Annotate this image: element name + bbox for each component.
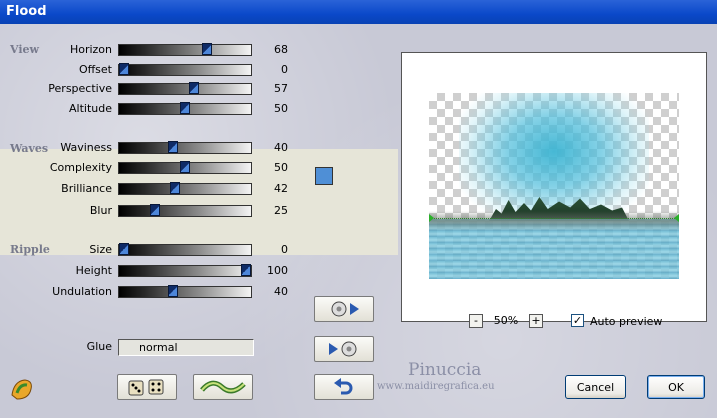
- size-value: 0: [281, 243, 288, 256]
- save-preset-icon: [331, 301, 359, 317]
- offset-slider[interactable]: [118, 63, 252, 76]
- cancel-button[interactable]: Cancel: [565, 375, 626, 399]
- height-label: Height: [75, 264, 112, 277]
- watermark-name: Pinuccia: [408, 360, 482, 380]
- size-slider-thumb[interactable]: [119, 243, 129, 255]
- undo-icon: [334, 378, 353, 395]
- wave-preset-button[interactable]: [193, 374, 253, 400]
- altitude-value: 50: [274, 102, 288, 115]
- preview-panel[interactable]: [401, 52, 707, 322]
- complexity-label: Complexity: [49, 161, 112, 174]
- offset-value: 0: [281, 63, 288, 76]
- dialog-client: View Waves Ripple Horizon 68 Offset 0 Pe…: [0, 24, 717, 418]
- glue-label: Glue: [86, 340, 112, 353]
- brilliance-value: 42: [274, 182, 288, 195]
- plugin-logo-icon: [9, 375, 35, 401]
- ok-button[interactable]: OK: [647, 375, 705, 399]
- randomize-button[interactable]: [117, 374, 177, 400]
- horizon-right-marker[interactable]: [674, 214, 679, 222]
- auto-preview-label: Auto preview: [590, 315, 663, 328]
- glue-field[interactable]: normal: [118, 339, 254, 356]
- perspective-slider-thumb[interactable]: [189, 82, 199, 94]
- undulation-slider-thumb[interactable]: [168, 285, 178, 297]
- load-preset-icon: [329, 341, 357, 357]
- auto-preview-checkbox[interactable]: ✓: [571, 314, 584, 327]
- undulation-label: Undulation: [52, 285, 112, 298]
- save-preset-button[interactable]: [314, 296, 374, 322]
- reset-button[interactable]: [314, 374, 374, 400]
- height-value: 100: [267, 264, 288, 277]
- waviness-value: 40: [274, 141, 288, 154]
- zoom-level: 50%: [493, 314, 519, 327]
- horizon-left-marker[interactable]: [429, 214, 434, 222]
- horizon-guide-line: [429, 218, 679, 219]
- complexity-slider[interactable]: [118, 161, 252, 174]
- horizon-slider-thumb[interactable]: [202, 43, 212, 55]
- preview-sky: [459, 93, 649, 223]
- brilliance-label: Brilliance: [61, 182, 112, 195]
- brilliance-slider[interactable]: [118, 182, 252, 195]
- height-slider[interactable]: [118, 264, 252, 277]
- complexity-slider-thumb[interactable]: [180, 161, 190, 173]
- preview-shoreline: [429, 211, 679, 231]
- blur-label: Blur: [89, 204, 112, 217]
- perspective-value: 57: [274, 82, 288, 95]
- horizon-label: Horizon: [69, 43, 112, 56]
- undulation-slider[interactable]: [118, 285, 252, 298]
- zoom-out-button[interactable]: -: [469, 314, 483, 328]
- offset-label: Offset: [78, 63, 112, 76]
- complexity-value: 50: [274, 161, 288, 174]
- waviness-label: Waviness: [60, 141, 112, 154]
- size-slider[interactable]: [118, 243, 252, 256]
- watermark-url: www.maidiregrafica.eu: [377, 381, 495, 392]
- blur-slider[interactable]: [118, 204, 252, 217]
- altitude-slider-thumb[interactable]: [180, 102, 190, 114]
- zoom-in-button[interactable]: +: [529, 314, 543, 328]
- altitude-slider[interactable]: [118, 102, 252, 115]
- wave-color-swatch[interactable]: [315, 167, 333, 185]
- offset-slider-thumb[interactable]: [119, 63, 129, 75]
- perspective-slider[interactable]: [118, 82, 252, 95]
- size-label: Size: [89, 243, 112, 256]
- load-preset-button[interactable]: [314, 336, 374, 362]
- glue-value: normal: [139, 341, 178, 354]
- waviness-slider-thumb[interactable]: [168, 141, 178, 153]
- wave-icon: [200, 380, 246, 394]
- perspective-label: Perspective: [48, 82, 112, 95]
- horizon-value: 68: [274, 43, 288, 56]
- undulation-value: 40: [274, 285, 288, 298]
- preview-image: [429, 93, 679, 279]
- height-slider-thumb[interactable]: [241, 264, 251, 276]
- dice-icon: [128, 379, 164, 396]
- altitude-label: Altitude: [69, 102, 112, 115]
- brilliance-slider-thumb[interactable]: [170, 182, 180, 194]
- window-title: Flood: [6, 4, 47, 19]
- title-bar: Flood: [0, 0, 717, 24]
- blur-slider-thumb[interactable]: [150, 204, 160, 216]
- waviness-slider[interactable]: [118, 141, 252, 154]
- horizon-slider[interactable]: [118, 43, 252, 56]
- blur-value: 25: [274, 204, 288, 217]
